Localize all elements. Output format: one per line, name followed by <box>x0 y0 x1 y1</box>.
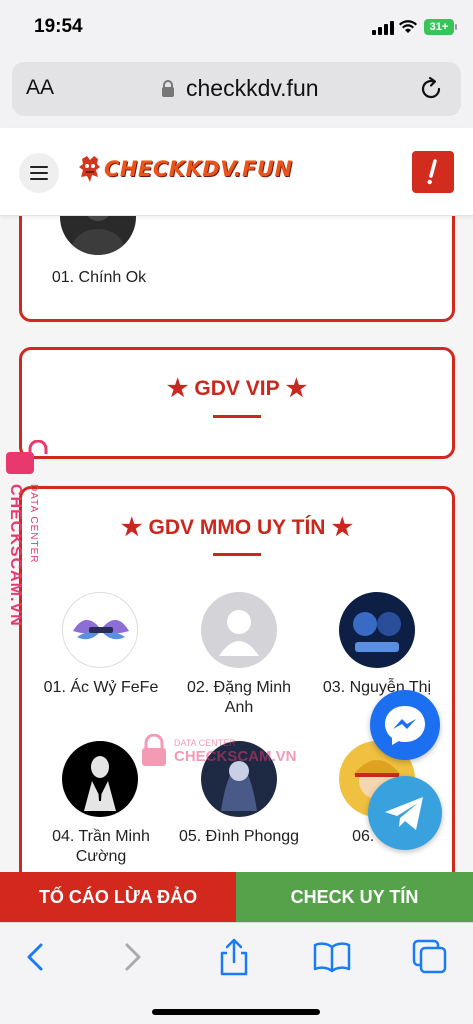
section-title: ★ GDV MMO UY TÍN ★ <box>22 513 452 542</box>
status-bar: 19:54 31+ <box>0 0 473 56</box>
bookmarks-icon[interactable] <box>312 937 352 977</box>
forward-icon[interactable] <box>112 937 152 977</box>
watermark-subtitle: DATA CENTER <box>174 737 236 748</box>
cellular-signal-icon <box>372 21 394 35</box>
exclamation-icon <box>427 159 437 185</box>
member-name[interactable]: 04. Trần Minh Cường <box>36 827 166 867</box>
star-icon: ★ <box>285 375 308 402</box>
reload-icon[interactable] <box>417 75 445 103</box>
title-underline <box>213 553 261 556</box>
member-avatar[interactable] <box>62 592 138 668</box>
top-member-card: 01. Chính Ok <box>19 216 455 322</box>
member-avatar[interactable] <box>60 216 136 255</box>
site-logo[interactable]: CHECKKDV.FUN <box>78 155 293 183</box>
member-avatar[interactable] <box>201 592 277 668</box>
member-name[interactable]: 01. Ác Wỷ FeFe <box>36 678 166 698</box>
url-text[interactable]: checkkdv.fun <box>186 75 319 102</box>
logo-mascot-icon <box>79 156 100 182</box>
back-icon[interactable] <box>16 937 56 977</box>
vip-section: ★ GDV VIP ★ <box>19 347 455 459</box>
address-bar[interactable]: AA checkkdv.fun <box>12 62 461 116</box>
title-underline <box>213 415 261 418</box>
telegram-icon <box>385 797 423 830</box>
home-indicator <box>152 1009 320 1015</box>
share-icon[interactable] <box>214 937 254 977</box>
watermark-subtitle: DATA CENTER <box>28 484 39 564</box>
status-time: 19:54 <box>34 16 83 37</box>
action-bar: TỐ CÁO LỪA ĐẢO CHECK UY TÍN <box>0 872 473 922</box>
star-icon: ★ <box>331 514 353 541</box>
watermark-brand: CHECKSCAM.VN <box>7 484 24 627</box>
tabs-icon[interactable] <box>410 937 450 977</box>
report-scam-button[interactable]: TỐ CÁO LỪA ĐẢO <box>0 872 236 922</box>
mmo-title: GDV MMO UY TÍN <box>148 515 326 539</box>
vip-title: GDV VIP <box>194 376 280 400</box>
telegram-button[interactable] <box>368 776 442 850</box>
member-avatar[interactable] <box>339 592 415 668</box>
menu-button[interactable] <box>19 153 59 193</box>
messenger-icon <box>385 706 425 745</box>
watermark-brand: CHECKSCAM.VN <box>174 747 297 765</box>
check-reputation-button[interactable]: CHECK UY TÍN <box>236 872 473 922</box>
center-watermark: DATA CENTER CHECKSCAM.VN <box>140 734 297 768</box>
checkscam-watermark: CHECKSCAM.VN DATA CENTER <box>4 440 50 640</box>
star-icon: ★ <box>166 375 189 402</box>
messenger-button[interactable] <box>370 690 440 760</box>
wifi-icon <box>399 20 417 33</box>
member-name[interactable]: 05. Đình Phongg <box>174 827 304 847</box>
section-title: ★ GDV VIP ★ <box>22 374 452 403</box>
battery-icon: 31+ <box>424 19 457 35</box>
report-button[interactable] <box>412 151 454 193</box>
member-name[interactable]: 01. Chính Ok <box>34 268 164 288</box>
lock-icon <box>142 734 166 766</box>
lock-icon <box>162 80 174 97</box>
member-name[interactable]: 02. Đặng Minh Anh <box>174 678 304 718</box>
logo-text: CHECKKDV.FUN <box>104 157 293 181</box>
lock-icon <box>6 440 48 474</box>
text-size-button[interactable]: AA <box>26 76 54 100</box>
page-content: 01. Chính Ok ★ GDV VIP ★ ★ GDV MMO UY TÍ… <box>0 216 473 872</box>
star-icon: ★ <box>121 514 143 541</box>
member-avatar[interactable] <box>62 741 138 817</box>
site-header: CHECKKDV.FUN <box>0 128 473 216</box>
